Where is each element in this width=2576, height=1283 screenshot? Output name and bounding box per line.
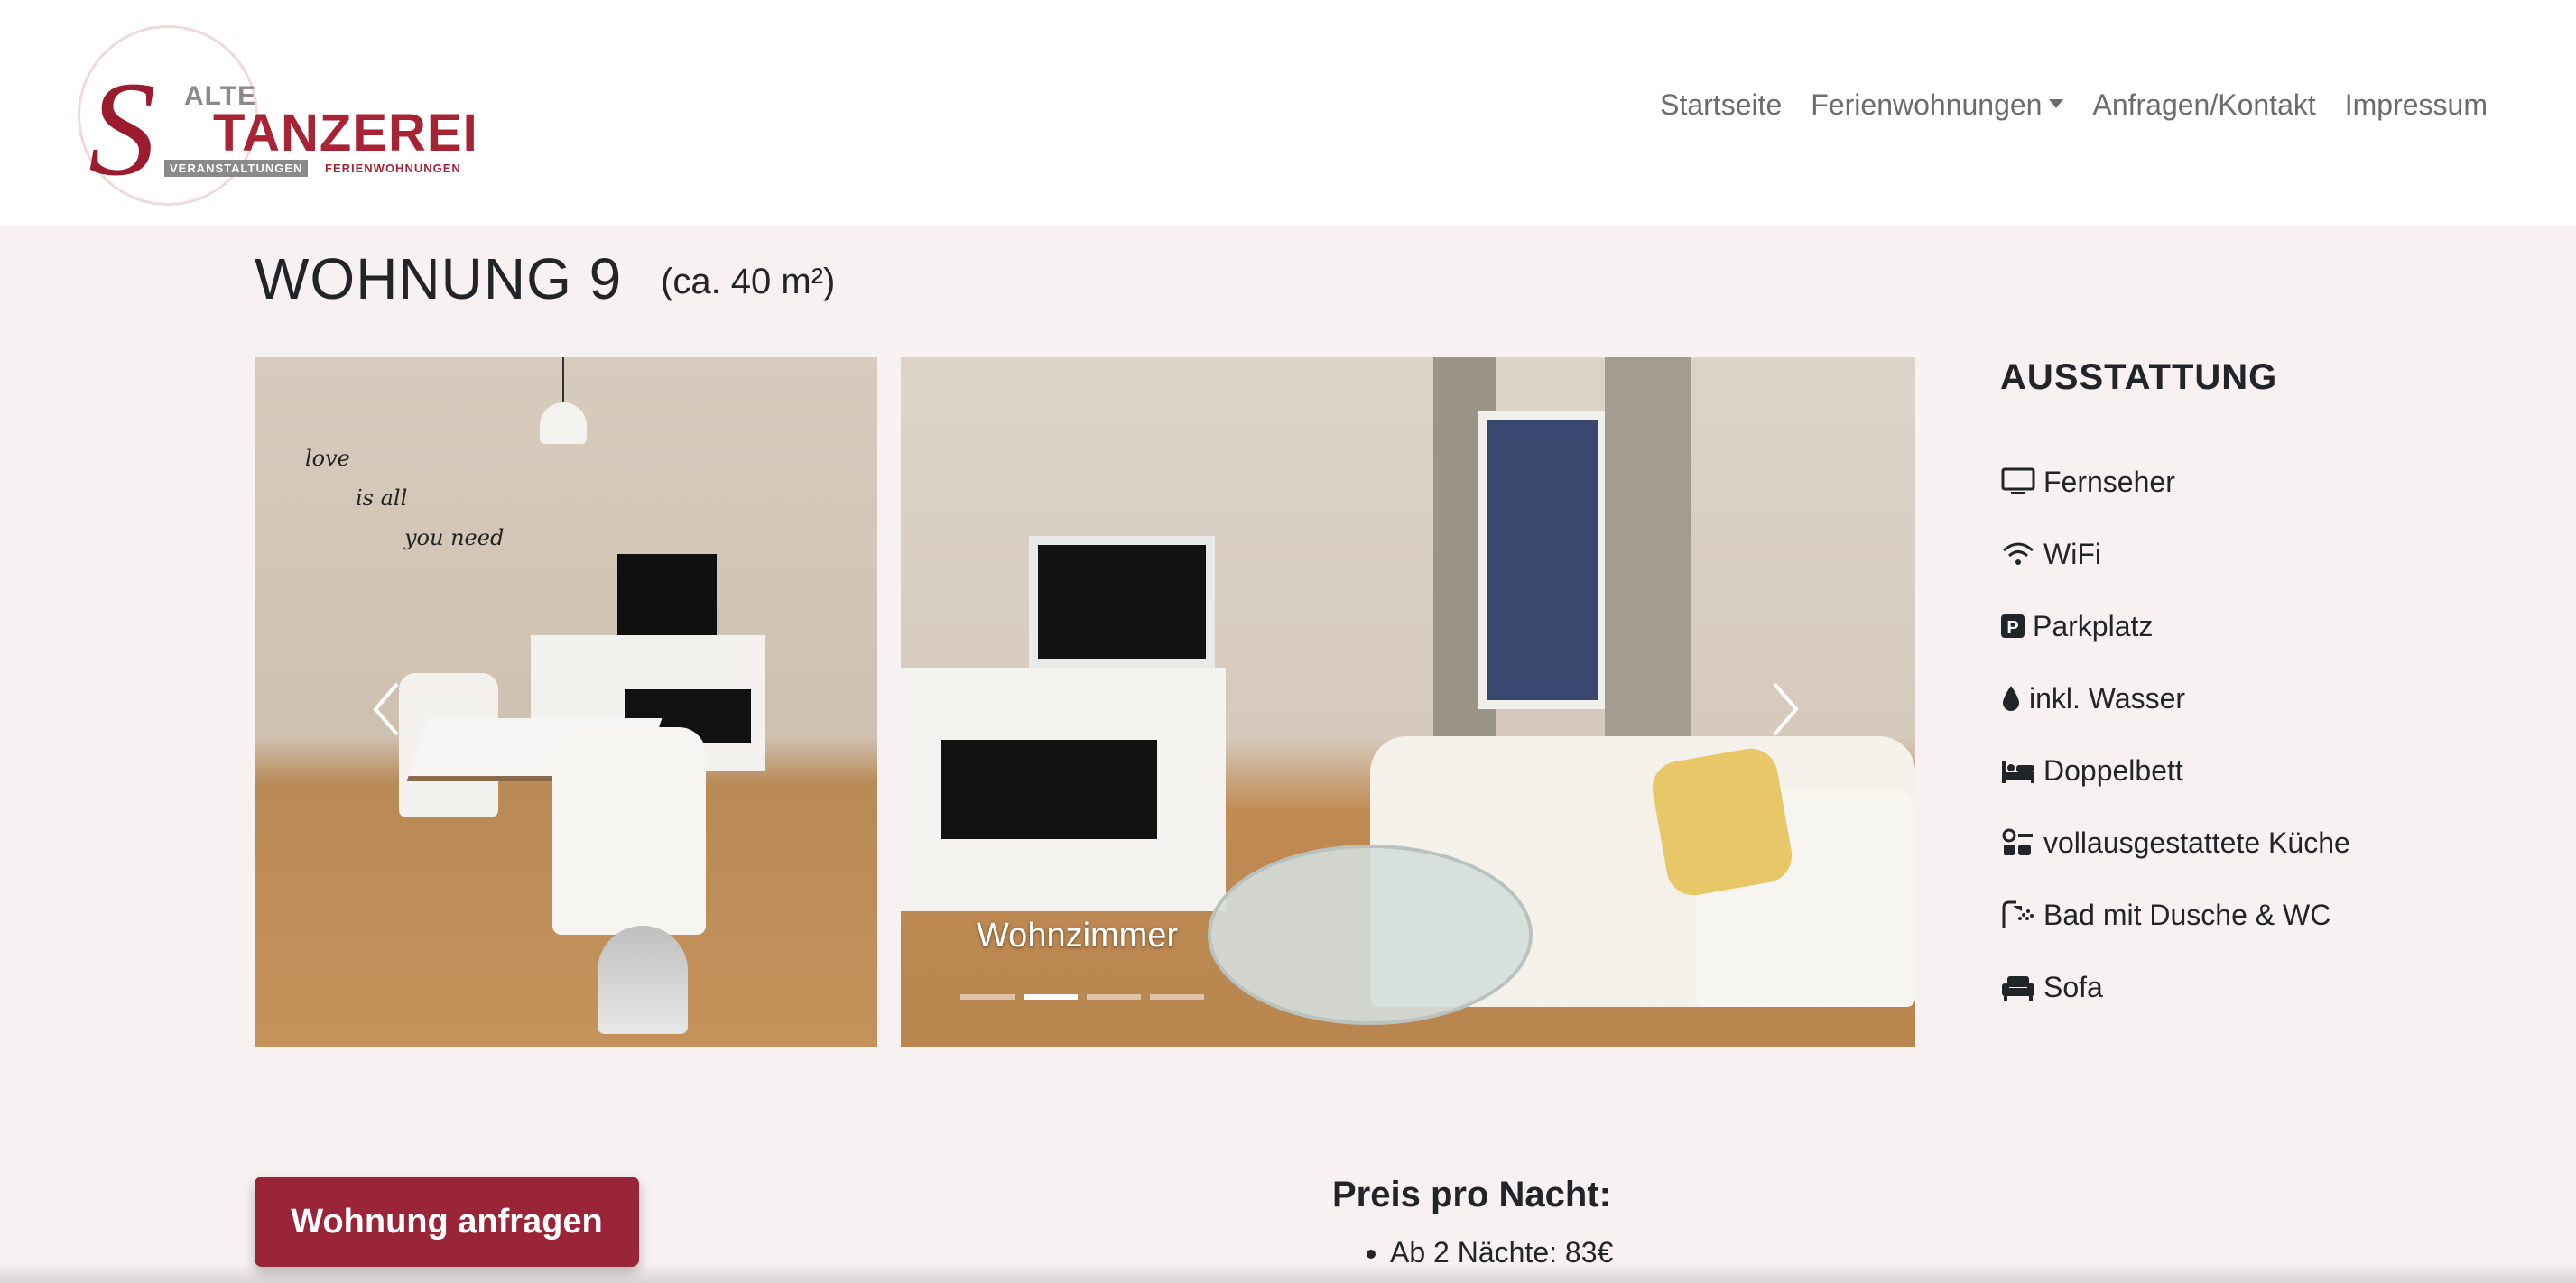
svg-text:P: P [2006, 618, 2018, 638]
tv-screen [1038, 545, 1206, 659]
amenity-item: Sofa [2000, 951, 2350, 1023]
photo-carousel: love is all you need Wohnzimmer [255, 357, 1915, 1047]
tv-cabinet-panel [941, 740, 1157, 839]
nav-anfragen-kontakt[interactable]: Anfragen/Kontakt [2078, 88, 2330, 122]
nav-impressum[interactable]: Impressum [2330, 88, 2502, 122]
amenity-label: Doppelbett [2043, 753, 2183, 787]
chair-base [598, 926, 688, 1034]
amenity-label: Bad mit Dusche & WC [2043, 898, 2331, 931]
amenities-list: Fernseher WiFi P Parkplatz inkl. Wasser … [2000, 446, 2350, 1023]
wifi-icon [2003, 542, 2034, 565]
parking-icon: P [2001, 614, 2025, 638]
cushion [1648, 743, 1796, 900]
sofa-icon [2002, 976, 2034, 1001]
nav-ferienwohnungen-label: Ferienwohnungen [1811, 88, 2043, 121]
carousel-next-button[interactable] [1758, 673, 1812, 745]
amenity-item: WiFi [2000, 518, 2350, 590]
carousel-indicator-1[interactable] [960, 994, 1015, 1000]
window [1478, 411, 1607, 709]
site-logo[interactable]: ALTE S TANZEREI VERANSTALTUNGEN FERIENWO… [78, 25, 477, 206]
amenity-item: vollausgestattete Küche [2000, 807, 2350, 879]
wall-lettering-line: is all [356, 485, 408, 511]
amenity-label: WiFi [2043, 537, 2101, 570]
logo-subline-left: VERANSTALTUNGEN [164, 160, 309, 177]
price-title: Preis pro Nacht: [1332, 1175, 1611, 1214]
wall-lettering-line: you need [404, 525, 505, 550]
amenity-item: P Parkplatz [2000, 590, 2350, 662]
amenity-label: inkl. Wasser [2029, 681, 2186, 715]
chevron-left-icon [373, 682, 399, 736]
bed-icon [2002, 761, 2034, 783]
water-drop-icon [2003, 686, 2019, 711]
wall-lettering-line: love [305, 446, 350, 471]
logo-name-text: TANZEREI [213, 104, 478, 162]
carousel-indicator-2[interactable] [1024, 994, 1078, 1000]
chair [552, 727, 706, 935]
coffee-table [1208, 845, 1533, 1025]
apartment-size: (ca. 40 m²) [661, 262, 836, 301]
amenity-item: Bad mit Dusche & WC [2000, 879, 2350, 951]
amenity-label: vollausgestattete Küche [2043, 826, 2350, 859]
caret-down-icon [2049, 98, 2064, 108]
amenity-label: Fernseher [2043, 465, 2175, 498]
carousel-indicators [960, 994, 1204, 1000]
television [617, 554, 717, 635]
logo-subline-right: FERIENWOHNUNGEN [325, 162, 461, 175]
amenity-label: Parkplatz [2033, 609, 2154, 642]
lamp-cord [562, 357, 564, 404]
amenity-item: Doppelbett [2000, 734, 2350, 807]
pendant-lamp [540, 402, 587, 444]
logo-initial: S [88, 54, 156, 204]
main-nav: Startseite Ferienwohnungen Anfragen/Kont… [1645, 88, 2502, 122]
amenities-title: AUSSTATTUNG [2000, 357, 2278, 397]
request-apartment-button[interactable]: Wohnung anfragen [255, 1177, 639, 1267]
page-title: WOHNUNG 9 [255, 246, 623, 311]
nav-ferienwohnungen-dropdown[interactable]: Ferienwohnungen [1796, 88, 2078, 122]
amenity-label: Sofa [2043, 970, 2103, 1003]
kitchen-icon [2002, 828, 2033, 855]
wall-lettering: love is all you need [305, 438, 504, 558]
carousel-indicator-3[interactable] [1087, 994, 1141, 1000]
bottom-shadow [0, 1263, 2576, 1283]
tv-icon [2001, 467, 2035, 494]
amenity-item: Fernseher [2000, 446, 2350, 518]
shower-icon [2002, 900, 2034, 928]
nav-startseite[interactable]: Startseite [1645, 88, 1796, 122]
chevron-right-icon [1773, 682, 1799, 736]
amenity-item: inkl. Wasser [2000, 662, 2350, 734]
carousel-caption: Wohnzimmer [977, 917, 1179, 955]
carousel-prev-button[interactable] [359, 673, 413, 745]
television [1029, 536, 1215, 668]
carousel-indicator-4[interactable] [1150, 994, 1204, 1000]
site-header: ALTE S TANZEREI VERANSTALTUNGEN FERIENWO… [0, 0, 2576, 226]
carousel-photo-dining: love is all you need [255, 357, 877, 1047]
